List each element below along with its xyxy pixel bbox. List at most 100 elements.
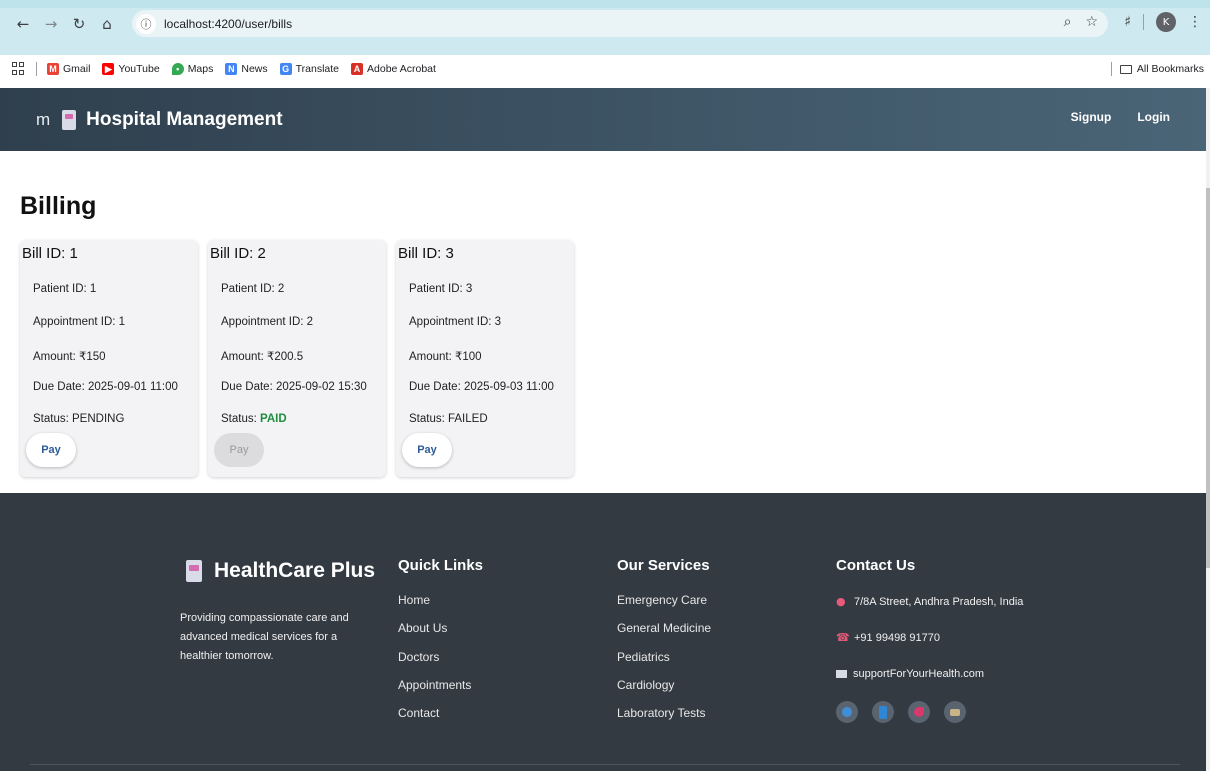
footer-link-doctors[interactable]: Doctors (398, 650, 439, 664)
bookmark-gmail[interactable]: M Gmail (47, 63, 90, 75)
bookmark-label: Gmail (63, 63, 91, 75)
service-general-medicine[interactable]: General Medicine (617, 621, 711, 635)
contact-address: ● 7/8A Street, Andhra Pradesh, India (836, 595, 1023, 608)
status-label: Status: (409, 413, 448, 425)
apps-grid-icon[interactable] (12, 62, 26, 76)
bill-card: Bill ID: 2 Patient ID: 2 Appointment ID:… (208, 240, 386, 477)
login-link[interactable]: Login (1137, 110, 1170, 124)
footer-link-appointments[interactable]: Appointments (398, 678, 471, 692)
scrollbar-thumb[interactable] (1206, 188, 1210, 568)
pay-button-disabled: Pay (214, 433, 264, 467)
footer-link-home[interactable]: Home (398, 593, 430, 607)
bookmark-label: YouTube (118, 63, 160, 75)
due-date: Due Date: 2025-09-01 11:00 (33, 381, 178, 393)
hat-icon[interactable] (944, 701, 966, 723)
all-bookmarks[interactable]: All Bookmarks (1110, 62, 1204, 76)
bookmarks-divider (1110, 62, 1112, 76)
youtube-icon: ▶ (102, 63, 115, 75)
bird-icon[interactable] (908, 701, 930, 723)
appointment-id: Appointment ID: 3 (409, 316, 502, 328)
amount: Amount: ₹200.5 (221, 351, 304, 363)
social-links (836, 701, 966, 723)
site-info-icon[interactable]: ⓘ (136, 13, 156, 34)
menu-icon-fragment[interactable]: m (36, 110, 50, 130)
mail-icon (836, 670, 847, 678)
footer-tagline: Providing compassionate care and advance… (180, 612, 349, 662)
bookmark-acrobat[interactable]: A Adobe Acrobat (351, 63, 436, 75)
header-nav: Signup Login (1071, 110, 1170, 124)
service-cardiology[interactable]: Cardiology (617, 678, 674, 692)
patient-id: Patient ID: 2 (221, 283, 285, 295)
bookmark-maps[interactable]: • Maps (171, 63, 214, 75)
service-laboratory[interactable]: Laboratory Tests (617, 706, 706, 720)
patient-id: Patient ID: 3 (409, 283, 473, 295)
bill-card: Bill ID: 3 Patient ID: 3 Appointment ID:… (396, 240, 574, 477)
service-pediatrics[interactable]: Pediatrics (617, 650, 670, 664)
bookmarks-bar: M Gmail ▶ YouTube • Maps N News G Transl… (0, 58, 1210, 80)
address-text: 7/8A Street, Andhra Pradesh, India (854, 595, 1024, 608)
due-date: Due Date: 2025-09-03 11:00 (409, 381, 554, 393)
bill-id: Bill ID: 1 (22, 245, 78, 262)
status-label: Status: (33, 413, 72, 425)
browser-toolbar: ← → ↻ ⌂ ⓘ localhost:4200/user/bills ⌕ ☆ … (0, 8, 1210, 39)
phone-text: +91 99498 91770 (854, 631, 940, 644)
footer-brand-title: HealthCare Plus (214, 559, 376, 582)
service-emergency[interactable]: Emergency Care (617, 593, 707, 607)
kebab-menu-icon[interactable]: ⋮ (1188, 14, 1202, 30)
services-title: Our Services (617, 557, 710, 574)
app-title: Hospital Management (86, 108, 283, 130)
bookmark-label: Adobe Acrobat (367, 63, 436, 75)
status-value: FAILED (448, 413, 488, 425)
all-bookmarks-label: All Bookmarks (1136, 63, 1204, 75)
gmail-icon: M (47, 63, 59, 75)
status-label: Status: (221, 413, 260, 425)
browser-chrome: ← → ↻ ⌂ ⓘ localhost:4200/user/bills ⌕ ☆ … (0, 0, 1210, 76)
book-icon[interactable] (872, 701, 894, 723)
globe-icon[interactable] (836, 701, 858, 723)
status-line: Status: PENDING (33, 413, 124, 425)
bookmark-star-icon[interactable]: ☆ (1085, 14, 1098, 30)
acrobat-icon: A (351, 63, 364, 75)
page-title: Billing (20, 192, 97, 220)
tab-strip (0, 0, 1210, 8)
contact-title: Contact Us (836, 557, 916, 574)
bill-card: Bill ID: 1 Patient ID: 1 Appointment ID:… (20, 240, 198, 477)
bookmark-youtube[interactable]: ▶ YouTube (102, 63, 160, 75)
address-bar[interactable]: ⓘ localhost:4200/user/bills ⌕ ☆ (132, 10, 1108, 37)
bookmark-translate[interactable]: G Translate (279, 63, 340, 75)
due-date: Due Date: 2025-09-02 15:30 (221, 381, 367, 393)
profile-avatar[interactable]: K (1156, 12, 1176, 32)
phone-icon: ☎ (836, 631, 850, 644)
footer-link-about[interactable]: About Us (398, 621, 447, 635)
bookmark-label: Translate (295, 63, 340, 75)
url-text[interactable]: localhost:4200/user/bills (164, 17, 292, 31)
pay-button[interactable]: Pay (402, 433, 452, 467)
status-value: PENDING (72, 413, 125, 425)
news-icon: N (225, 63, 238, 75)
back-arrow-icon[interactable]: ← (12, 13, 34, 35)
footer-link-contact[interactable]: Contact (398, 706, 439, 720)
home-icon[interactable]: ⌂ (96, 13, 118, 35)
location-pin-icon: ● (836, 595, 846, 608)
bookmarks-divider (36, 62, 37, 76)
maps-icon: • (171, 63, 184, 75)
extensions-icon[interactable]: ♯ (1124, 14, 1131, 30)
app-header: m Hospital Management Signup Login (0, 88, 1206, 151)
contact-phone: ☎ +91 99498 91770 (836, 631, 940, 644)
reload-icon[interactable]: ↻ (68, 13, 90, 35)
footer-brand: HealthCare Plus (186, 559, 375, 583)
signup-link[interactable]: Signup (1071, 110, 1112, 124)
hospital-icon (186, 560, 202, 582)
bookmark-label: Maps (187, 63, 214, 75)
zoom-icon[interactable]: ⌕ (1064, 14, 1072, 30)
page-scrollbar[interactable] (1206, 88, 1210, 771)
bookmark-news[interactable]: N News (225, 63, 268, 75)
hospital-icon (62, 109, 77, 130)
pay-button[interactable]: Pay (26, 433, 76, 467)
toolbar-divider (1143, 14, 1144, 30)
site-footer: HealthCare Plus Providing compassionate … (0, 493, 1206, 771)
appointment-id: Appointment ID: 2 (221, 316, 314, 328)
forward-arrow-icon[interactable]: → (40, 13, 62, 35)
contact-email: supportForYourHealth.com (836, 668, 984, 680)
patient-id: Patient ID: 1 (33, 283, 97, 295)
